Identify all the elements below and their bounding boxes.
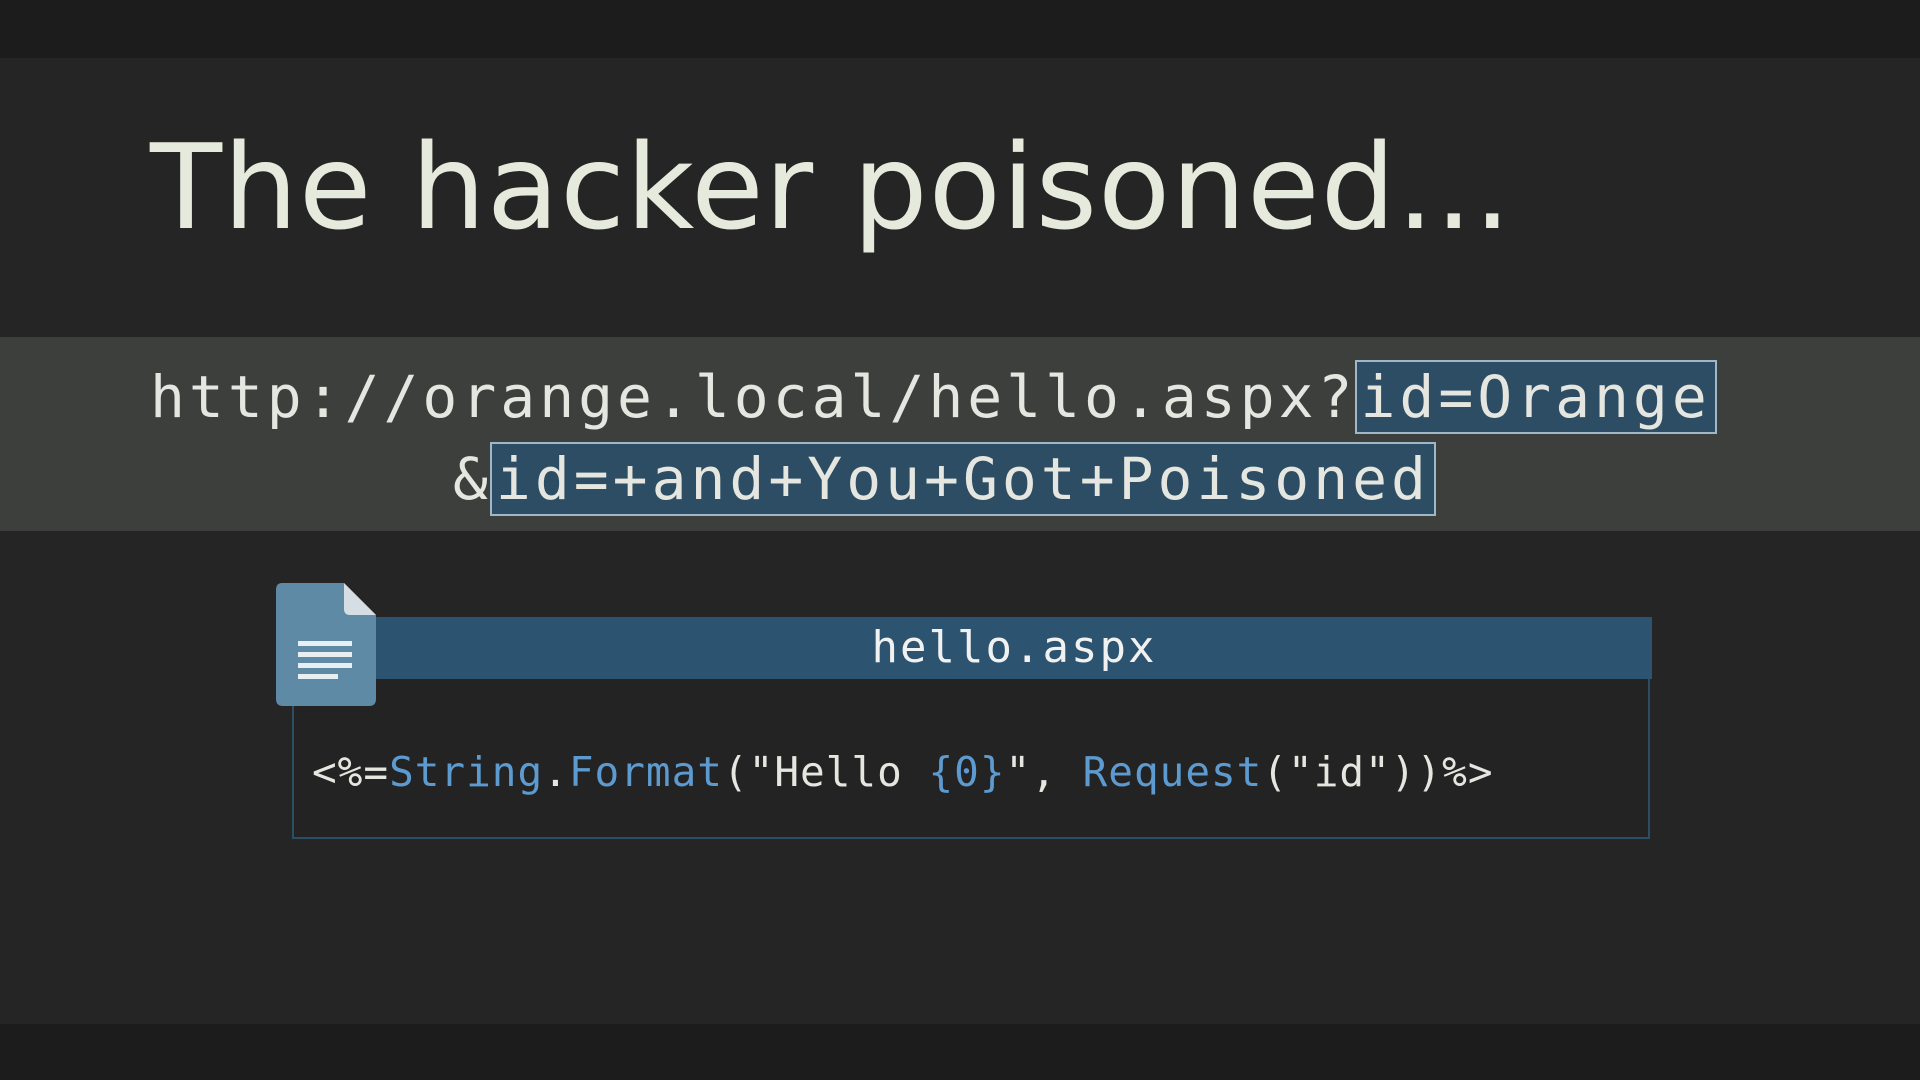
code-token-placeholder: {0} bbox=[928, 748, 1006, 796]
code-token: <%= bbox=[312, 748, 390, 796]
code-token: ("Hello bbox=[722, 748, 929, 796]
code-token-request: Request bbox=[1082, 748, 1263, 796]
code-token: ("id"))%> bbox=[1262, 748, 1494, 796]
url-ampersand: & bbox=[453, 445, 492, 513]
code-line: <%=String.Format("Hello {0}", Request("i… bbox=[312, 744, 1494, 800]
url-line-1: http://orange.local/hello.aspx?id=Orange bbox=[150, 360, 1717, 434]
letterbox-top bbox=[0, 0, 1920, 58]
file-header: hello.aspx bbox=[376, 617, 1652, 679]
code-token: ", bbox=[1005, 748, 1083, 796]
code-token-class: String bbox=[389, 748, 544, 796]
file-name: hello.aspx bbox=[871, 622, 1157, 673]
url-line-2: &id=+and+You+Got+Poisoned bbox=[453, 442, 1436, 516]
slide-title: The hacker poisoned... bbox=[150, 118, 1513, 256]
presentation-stage: The hacker poisoned... http://orange.loc… bbox=[0, 0, 1920, 1080]
url-param-highlight-1: id=Orange bbox=[1354, 360, 1717, 434]
document-icon bbox=[276, 583, 376, 706]
url-param-highlight-2: id=+and+You+Got+Poisoned bbox=[489, 442, 1436, 516]
letterbox-bottom bbox=[0, 1024, 1920, 1080]
url-base: http://orange.local/hello.aspx? bbox=[150, 363, 1357, 431]
code-token-method: Format bbox=[568, 748, 723, 796]
code-token: . bbox=[543, 748, 569, 796]
